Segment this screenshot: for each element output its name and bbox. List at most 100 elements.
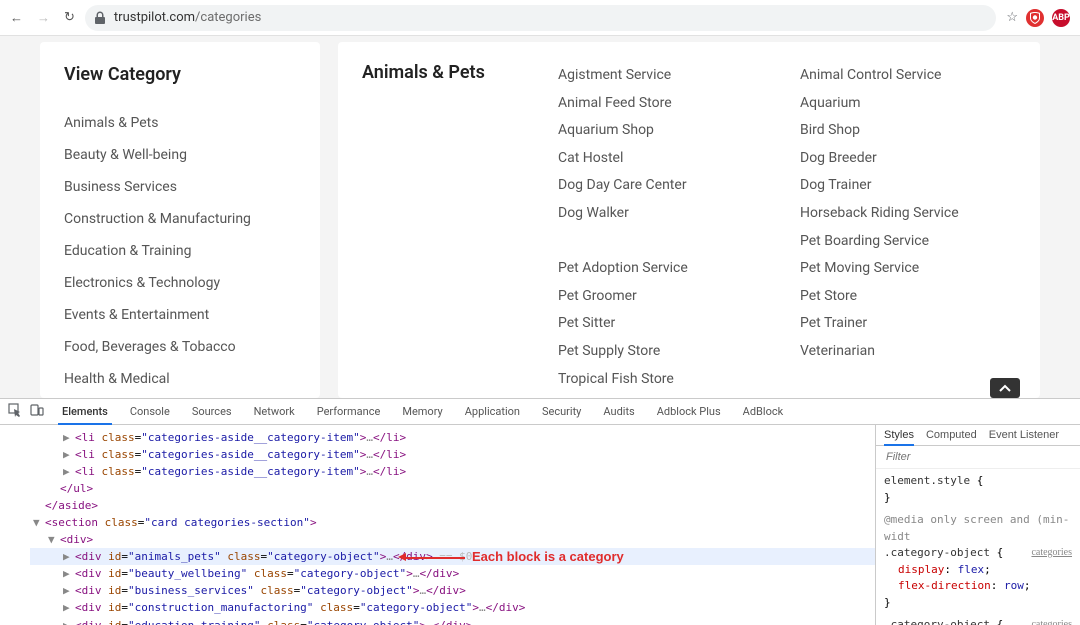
- dom-tree-row[interactable]: ▶<li class="categories-aside__category-i…: [30, 463, 875, 480]
- dom-tree-row[interactable]: ▶<li class="categories-aside__category-i…: [30, 446, 875, 463]
- subcategory-column: Agistment ServiceAnimal Feed StoreAquari…: [558, 62, 774, 398]
- css-rule[interactable]: @media only screen and (min-widt.categor…: [884, 512, 1072, 611]
- annotation-arrowhead: [398, 553, 406, 561]
- devtools-tab[interactable]: Adblock Plus: [653, 400, 725, 424]
- subcategory-link[interactable]: Veterinarian: [800, 338, 1016, 366]
- dom-tree-row[interactable]: ▶<div id="beauty_wellbeing" class="categ…: [30, 565, 875, 582]
- sidebar-item[interactable]: Education & Training: [64, 235, 296, 267]
- subcategory-link[interactable]: Pet Boarding Service: [800, 228, 1016, 256]
- devtools-tab[interactable]: Audits: [599, 400, 638, 424]
- sidebar-item[interactable]: Electronics & Technology: [64, 267, 296, 299]
- css-source-link[interactable]: categories: [1031, 545, 1072, 560]
- css-source-link[interactable]: categories: [1031, 617, 1072, 625]
- subcategory-link[interactable]: Dog Breeder: [800, 145, 1016, 173]
- subcategory-link[interactable]: Animal Feed Store: [558, 90, 774, 118]
- category-heading: Animals & Pets: [362, 62, 532, 83]
- subcategory-link[interactable]: Aquarium: [800, 90, 1016, 118]
- toggle-device-icon[interactable]: [30, 403, 44, 420]
- devtools-tab[interactable]: Security: [538, 400, 585, 424]
- sidebar-item[interactable]: Beauty & Well-being: [64, 139, 296, 171]
- sidebar-item[interactable]: Animals & Pets: [64, 107, 296, 139]
- star-icon[interactable]: ☆: [1006, 10, 1018, 25]
- dom-tree-row[interactable]: ▶<div id="animals_pets" class="category-…: [30, 548, 875, 565]
- subcategory-link[interactable]: Pet Store: [800, 283, 1016, 311]
- inspect-element-icon[interactable]: [8, 403, 22, 420]
- devtools-tab[interactable]: AdBlock: [739, 400, 788, 424]
- sidebar-item[interactable]: Health & Medical: [64, 363, 296, 395]
- subcategory-link[interactable]: Horseback Riding Service: [800, 200, 1016, 228]
- subcategory-column: Animal Control ServiceAquariumBird ShopD…: [800, 62, 1016, 398]
- devtools-styles-pane: Styles Computed Event Listener element.sty…: [875, 425, 1080, 625]
- subcategory-link[interactable]: Pet Adoption Service: [558, 255, 774, 283]
- main-categories-card: Animals & Pets Agistment ServiceAnimal Fe…: [338, 42, 1040, 398]
- css-rule[interactable]: .category-object {categoriesdisplay: non…: [884, 617, 1072, 625]
- subcategory-link[interactable]: Bird Shop: [800, 117, 1016, 145]
- subcategory-link[interactable]: Pet Supply Store: [558, 338, 774, 366]
- devtools-tab[interactable]: Memory: [398, 400, 446, 424]
- page-content: View Category Animals & PetsBeauty & Wel…: [0, 36, 1080, 398]
- styles-tab[interactable]: Computed: [926, 429, 977, 441]
- dom-tree-row[interactable]: ▼<section class="card categories-section…: [30, 514, 875, 531]
- url-path: /categories: [195, 10, 261, 25]
- subcategory-link[interactable]: Pet Moving Service: [800, 255, 1016, 283]
- dom-tree-row[interactable]: </ul>: [30, 480, 875, 497]
- sidebar-item[interactable]: Events & Entertainment: [64, 299, 296, 331]
- dom-tree-row[interactable]: ▶<div id="education_training" class="cat…: [30, 617, 875, 625]
- devtools-tab[interactable]: Application: [461, 400, 524, 424]
- back-button[interactable]: ←: [10, 10, 23, 26]
- subcategory-link[interactable]: Tropical Fish Store: [558, 366, 774, 394]
- devtools-tab[interactable]: Console: [126, 400, 174, 424]
- adblock-plus-icon[interactable]: ABP: [1052, 9, 1070, 27]
- nav-buttons: ← → ↻: [10, 10, 75, 26]
- subcategory-link[interactable]: Pet Sitter: [558, 310, 774, 338]
- address-bar[interactable]: trustpilot.com/categories: [85, 5, 996, 31]
- subcategory-link[interactable]: Dog Trainer: [800, 172, 1016, 200]
- ublock-origin-icon[interactable]: [1026, 9, 1044, 27]
- devtools-tab[interactable]: Performance: [313, 400, 385, 424]
- devtools-tab[interactable]: Sources: [188, 400, 236, 424]
- styles-tab[interactable]: Event Listener: [989, 429, 1059, 441]
- styles-filter: [876, 446, 1080, 469]
- devtools-tab[interactable]: Elements: [58, 400, 112, 425]
- styles-rules-list[interactable]: element.style {} @media only screen and (…: [876, 469, 1080, 625]
- subcategory-link[interactable]: Agistment Service: [558, 62, 774, 90]
- devtools-tab[interactable]: Network: [250, 400, 299, 424]
- subcategory-link[interactable]: Cat Hostel: [558, 145, 774, 173]
- reload-button[interactable]: ↻: [64, 10, 75, 25]
- sidebar-item[interactable]: Business Services: [64, 171, 296, 203]
- devtools-tab-bar: Elements Console Sources Network Performance…: [0, 399, 1080, 425]
- subcategory-link[interactable]: Dog Day Care Center: [558, 172, 774, 200]
- subcategory-link[interactable]: Animal Control Service: [800, 62, 1016, 90]
- sidebar-item[interactable]: Construction & Manufacturing: [64, 203, 296, 235]
- category-section: Animals & Pets Agistment ServiceAnimal Fe…: [362, 62, 1016, 398]
- annotation-text: Each block is a category: [472, 547, 624, 567]
- lock-icon: [95, 11, 106, 24]
- forward-button[interactable]: →: [37, 10, 50, 26]
- scroll-to-top-button[interactable]: [990, 378, 1020, 398]
- subcategory-link[interactable]: Pet Groomer: [558, 283, 774, 311]
- url-text: trustpilot.com/categories: [114, 10, 261, 25]
- subcategory-link[interactable]: Aquarium Shop: [558, 117, 774, 145]
- subcategory-link[interactable]: Dog Walker: [558, 200, 774, 228]
- toolbar-right: ☆ ABP: [1006, 9, 1070, 27]
- dom-tree-row[interactable]: ▶<div id="business_services" class="cate…: [30, 582, 875, 599]
- sidebar-item[interactable]: Food, Beverages & Tobacco: [64, 331, 296, 363]
- sidebar-title: View Category: [64, 64, 296, 85]
- dom-tree-row[interactable]: ▶<li class="categories-aside__category-i…: [30, 429, 875, 446]
- styles-tab[interactable]: Styles: [884, 429, 914, 446]
- sidebar-view-category: View Category Animals & PetsBeauty & Wel…: [40, 42, 320, 398]
- browser-toolbar: ← → ↻ trustpilot.com/categories ☆ ABP: [0, 0, 1080, 36]
- dom-tree-row[interactable]: </aside>: [30, 497, 875, 514]
- dom-tree-row[interactable]: ▼<div>: [30, 531, 875, 548]
- url-host: trustpilot.com: [114, 10, 195, 25]
- styles-filter-input[interactable]: [884, 450, 1072, 464]
- annotation-arrow-line: [405, 557, 465, 559]
- devtools-inspect-icons: [8, 403, 44, 420]
- dom-tree-row[interactable]: ▶<div id="construction_manufactoring" cl…: [30, 599, 875, 616]
- category-sidebar-list: Animals & PetsBeauty & Well-beingBusines…: [64, 107, 296, 398]
- css-rule[interactable]: element.style {}: [884, 473, 1072, 506]
- subcategory-link[interactable]: Pet Trainer: [800, 310, 1016, 338]
- devtools-dom-tree[interactable]: ▶<li class="categories-aside__category-i…: [0, 425, 875, 625]
- styles-tab-bar: Styles Computed Event Listener: [876, 425, 1080, 446]
- chrome-devtools: Elements Console Sources Network Performance…: [0, 398, 1080, 625]
